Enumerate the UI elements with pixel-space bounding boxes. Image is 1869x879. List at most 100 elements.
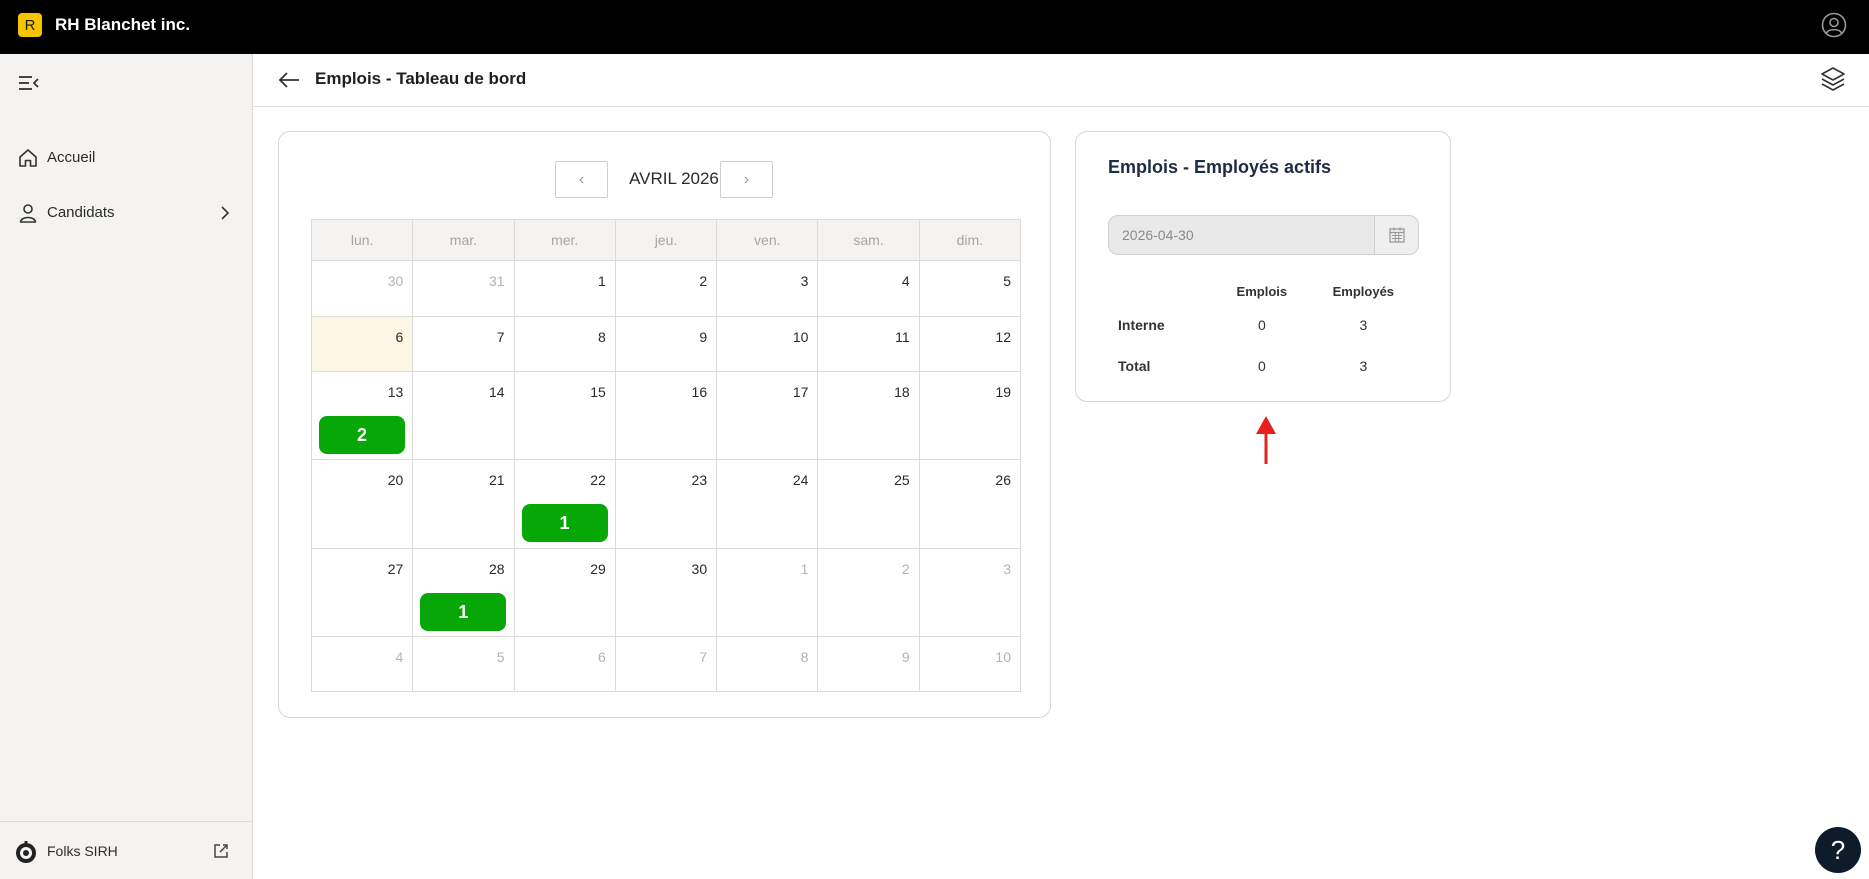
calendar-day-cell[interactable]: 22 1 [513, 459, 616, 549]
calendar-day-cell[interactable]: 1 [513, 260, 616, 317]
calendar-day-cell[interactable]: 8 [716, 636, 819, 692]
event-count-badge[interactable]: 1 [420, 593, 507, 631]
calendar-day-cell[interactable]: 30 [614, 548, 718, 637]
calendar-day-cell[interactable]: 18 [817, 371, 920, 460]
sidebar-footer: Folks SIRH [0, 821, 252, 879]
brand-name[interactable]: RH Blanchet inc. [55, 15, 190, 35]
day-number: 10 [792, 329, 809, 345]
calendar-day-cell[interactable]: 9 [614, 316, 718, 372]
calendar-day-cell[interactable]: 29 [513, 548, 616, 637]
table-row: Interne 0 3 [1108, 304, 1419, 345]
day-number: 24 [792, 472, 809, 488]
chevron-right-icon [221, 206, 230, 220]
calendar-day-cell[interactable]: 5 [412, 636, 515, 692]
column-header-emplois: Emplois [1236, 283, 1288, 299]
day-number: 1 [800, 561, 809, 577]
calendar-day-cell[interactable]: 20 [310, 459, 414, 549]
prev-month-button[interactable]: ‹ [555, 161, 608, 198]
external-link-icon[interactable] [212, 842, 230, 860]
calendar-day-cell[interactable]: 7 [412, 316, 515, 372]
user-icon [19, 204, 37, 223]
date-input[interactable] [1109, 216, 1374, 254]
calendar-day-cell[interactable]: 19 [918, 371, 1022, 460]
calendar-day-cell[interactable]: 24 [716, 459, 819, 549]
calendar-day-cell[interactable]: 21 [412, 459, 515, 549]
calendar-week-row: 4 5 6 7 8 9 10 [310, 636, 1022, 692]
weekday-header: mar. [412, 219, 515, 261]
calendar-day-cell[interactable]: 6 [310, 316, 414, 372]
calendar-day-cell[interactable]: 9 [817, 636, 920, 692]
day-number: 6 [395, 329, 404, 345]
calendar-day-cell[interactable]: 23 [614, 459, 718, 549]
calendar-grid: lun. mar. mer. jeu. ven. sam. dim. 30 31 1… [310, 219, 1022, 692]
calendar-day-cell[interactable]: 31 [412, 260, 515, 317]
calendar-day-cell[interactable]: 4 [310, 636, 414, 692]
weekday-header: dim. [918, 219, 1022, 261]
cell-emplois: 0 [1257, 316, 1266, 333]
event-count-badge[interactable]: 1 [521, 504, 608, 542]
calendar-day-cell[interactable]: 30 [310, 260, 414, 317]
calendar-day-cell[interactable]: 13 2 [310, 371, 414, 460]
calendar-day-cell[interactable]: 7 [614, 636, 718, 692]
sidebar-item-candidats[interactable]: Candidats [0, 193, 252, 233]
calendar-day-cell[interactable]: 17 [716, 371, 819, 460]
calendar-day-cell[interactable]: 6 [513, 636, 616, 692]
calendar-day-cell[interactable]: 8 [513, 316, 616, 372]
calendar-day-cell[interactable]: 3 [716, 260, 819, 317]
column-header-employes: Employés [1332, 283, 1395, 299]
calendar-day-cell[interactable]: 14 [412, 371, 515, 460]
day-number: 21 [488, 472, 505, 488]
cell-emplois: 0 [1257, 357, 1266, 374]
event-count-badge[interactable]: 2 [319, 416, 405, 454]
sidebar-item-accueil[interactable]: Accueil [0, 138, 252, 178]
calendar-card: ‹ AVRIL 2026 › lun. mar. mer. jeu. ven. … [278, 131, 1051, 718]
day-number: 18 [894, 384, 910, 400]
day-number: 10 [995, 649, 1011, 665]
top-bar: R RH Blanchet inc. [0, 0, 1869, 54]
calendar-day-cell[interactable]: 15 [513, 371, 616, 460]
day-number: 4 [901, 273, 910, 289]
brand-logo[interactable]: R [18, 13, 42, 37]
back-arrow-icon[interactable] [277, 69, 301, 91]
calendar-day-cell[interactable]: 26 [918, 459, 1022, 549]
help-button[interactable]: ? [1815, 827, 1861, 873]
calendar-day-cell[interactable]: 5 [918, 260, 1022, 317]
calendar-week-row: 27 28 1 29 30 1 2 3 [310, 548, 1022, 637]
collapse-menu-icon[interactable] [18, 74, 40, 92]
table-row: Total 0 3 [1108, 345, 1419, 386]
calendar-day-cell[interactable]: 28 1 [412, 548, 515, 637]
weekday-header: jeu. [614, 219, 718, 261]
calendar-week-row: 13 2 14 15 16 17 18 19 [310, 371, 1022, 460]
sidebar: Accueil Candidats Folks SIRH [0, 54, 253, 879]
calendar-day-cell[interactable]: 2 [817, 548, 920, 637]
date-field [1108, 215, 1419, 255]
calendar-day-cell[interactable]: 12 [918, 316, 1022, 372]
cell-employes: 3 [1359, 357, 1368, 374]
calendar-day-cell[interactable]: 25 [817, 459, 920, 549]
folks-sirh-link[interactable]: Folks SIRH [47, 843, 118, 859]
day-number: 4 [395, 649, 404, 665]
day-number: 6 [598, 649, 606, 665]
day-number: 11 [895, 329, 910, 345]
calendar-day-cell[interactable]: 1 [716, 548, 819, 637]
day-number: 3 [800, 273, 809, 289]
calendar-day-cell[interactable]: 2 [614, 260, 718, 317]
calendar-day-cell[interactable]: 10 [918, 636, 1022, 692]
day-number: 5 [1003, 273, 1011, 289]
weekday-header: lun. [310, 219, 414, 261]
calendar-day-cell[interactable]: 11 [817, 316, 920, 372]
layers-icon[interactable] [1819, 65, 1847, 93]
calendar-day-cell[interactable]: 27 [310, 548, 414, 637]
calendar-day-cell[interactable]: 4 [817, 260, 920, 317]
calendar-day-cell[interactable]: 10 [716, 316, 819, 372]
date-picker-button[interactable] [1374, 216, 1418, 254]
annotation-arrow-icon [1256, 416, 1276, 464]
calendar-day-cell[interactable]: 3 [918, 548, 1022, 637]
calendar-day-cell[interactable]: 16 [614, 371, 718, 460]
day-number: 26 [995, 472, 1011, 488]
next-month-button[interactable]: › [720, 161, 773, 198]
day-number: 7 [496, 329, 505, 345]
day-number: 2 [699, 273, 708, 289]
user-account-icon[interactable] [1821, 12, 1847, 38]
day-number: 1 [598, 273, 606, 289]
